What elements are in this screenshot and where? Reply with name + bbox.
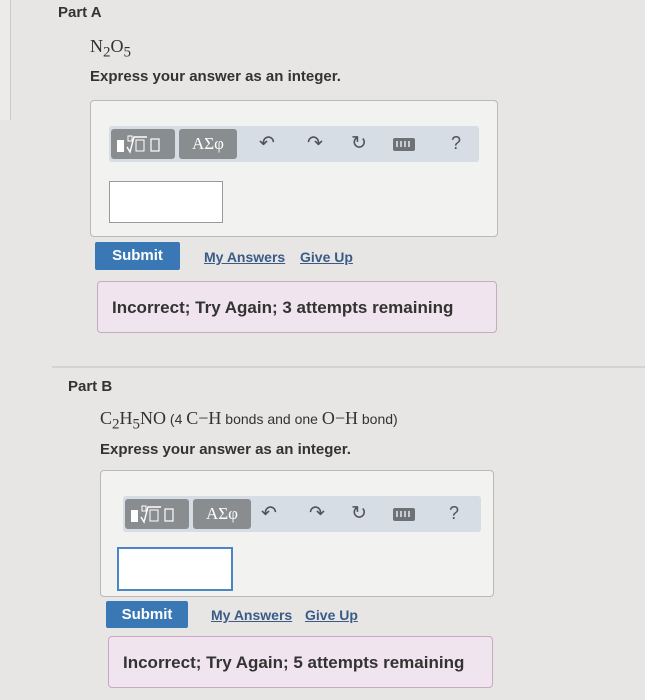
template-button[interactable] [125,499,189,529]
undo-icon[interactable]: ↶ [257,134,277,154]
undo-icon[interactable]: ↶ [259,504,279,524]
part-b-math-toolbar: ΑΣφ ↶ ↷ ↻ ? [123,496,481,532]
keyboard-icon[interactable] [393,138,415,151]
part-b-give-up-link[interactable]: Give Up [305,607,358,623]
greek-symbols-button[interactable]: ΑΣφ [179,129,237,159]
redo-icon[interactable]: ↷ [307,504,327,524]
part-a-instruction: Express your answer as an integer. [90,68,341,85]
part-divider [52,366,645,368]
part-b-answer-input[interactable] [117,547,233,591]
part-a-answer-box: ΑΣφ ↶ ↷ ↻ ? [90,100,498,237]
greek-symbols-button[interactable]: ΑΣφ [193,499,251,529]
part-b-title: Part B [68,378,113,395]
part-a-submit-button[interactable]: Submit [95,242,180,270]
part-b-answer-box: ΑΣφ ↶ ↷ ↻ ? [100,470,494,597]
part-a-math-toolbar: ΑΣφ ↶ ↷ ↻ ? [109,126,479,162]
part-a-formula: N2O5 [90,36,131,61]
part-b-instruction: Express your answer as an integer. [100,441,351,458]
part-b-formula: C2H5NO (4 C−H bonds and one O−H bond) [100,408,398,433]
reset-icon[interactable]: ↻ [349,504,369,524]
part-a-title: Part A [58,4,102,21]
template-icon [117,135,160,154]
template-button[interactable] [111,129,175,159]
reset-icon[interactable]: ↻ [349,134,369,154]
part-a-give-up-link[interactable]: Give Up [300,249,353,265]
keyboard-icon[interactable] [393,508,415,521]
part-b-feedback-message: Incorrect; Try Again; 5 attempts remaini… [108,636,493,688]
template-icon [131,505,174,524]
left-border [0,0,11,120]
part-b-submit-button[interactable]: Submit [106,601,188,628]
part-a-feedback-message: Incorrect; Try Again; 3 attempts remaini… [97,281,497,333]
part-b-my-answers-link[interactable]: My Answers [211,607,292,623]
help-icon[interactable]: ? [451,133,461,154]
part-a-answer-input[interactable] [109,181,223,223]
part-a-my-answers-link[interactable]: My Answers [204,249,285,265]
redo-icon[interactable]: ↷ [305,134,325,154]
help-icon[interactable]: ? [449,503,459,524]
